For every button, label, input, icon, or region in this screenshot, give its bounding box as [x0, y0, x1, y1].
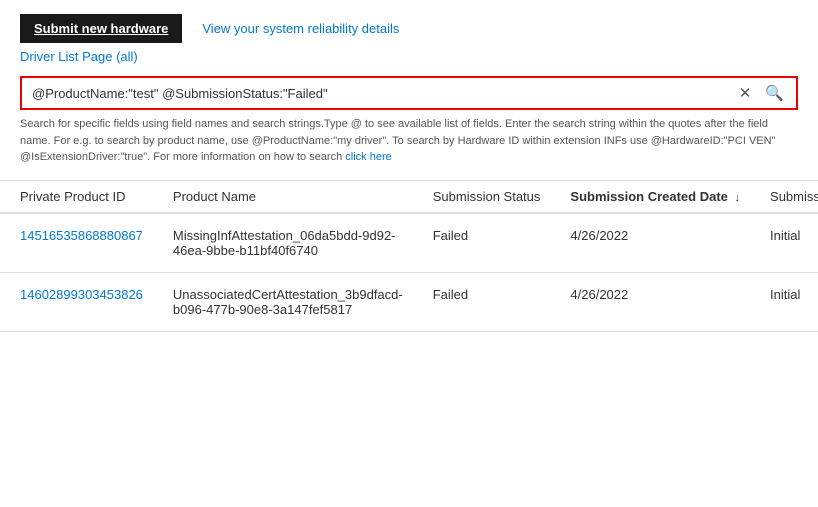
- col-header-product-name: Product Name: [153, 180, 413, 213]
- col-header-sub-created[interactable]: Submission Created Date ↓: [550, 180, 750, 213]
- cell-product-name: UnassociatedCertAttestation_3b9dfacd-b09…: [153, 272, 413, 331]
- search-actions: ✕ 🔍: [737, 84, 786, 102]
- reliability-link[interactable]: View your system reliability details: [202, 21, 399, 36]
- submit-new-hardware-button[interactable]: Submit new hardware: [20, 14, 182, 43]
- cell-sub-status: Failed: [413, 213, 551, 273]
- cell-private-id[interactable]: 14516535868880867: [0, 213, 153, 273]
- page-header: Submit new hardware View your system rel…: [0, 0, 818, 49]
- search-help-text: Search for specific fields using field n…: [20, 116, 798, 166]
- table-header-row: Private Product ID Product Name Submissi…: [0, 180, 818, 213]
- table-row: 14602899303453826 UnassociatedCertAttest…: [0, 272, 818, 331]
- clear-search-button[interactable]: ✕: [737, 84, 754, 102]
- col-header-sub-type: Submission Type: [750, 180, 818, 213]
- search-container: ✕ 🔍: [20, 76, 798, 110]
- sort-arrow-icon: ↓: [735, 192, 741, 204]
- cell-sub-created: 4/26/2022: [550, 272, 750, 331]
- driver-list-link[interactable]: Driver List Page (all): [20, 49, 818, 64]
- search-submit-button[interactable]: 🔍: [763, 84, 786, 102]
- col-header-sub-status: Submission Status: [413, 180, 551, 213]
- search-input[interactable]: [32, 86, 737, 101]
- cell-sub-created: 4/26/2022: [550, 213, 750, 273]
- table-row: 14516535868880867 MissingInfAttestation_…: [0, 213, 818, 273]
- cell-sub-type: Initial: [750, 213, 818, 273]
- cell-product-name: MissingInfAttestation_06da5bdd-9d92-46ea…: [153, 213, 413, 273]
- submissions-table: Private Product ID Product Name Submissi…: [0, 180, 818, 332]
- cell-sub-type: Initial: [750, 272, 818, 331]
- col-header-private-id: Private Product ID: [0, 180, 153, 213]
- cell-private-id[interactable]: 14602899303453826: [0, 272, 153, 331]
- cell-sub-status: Failed: [413, 272, 551, 331]
- search-help-link[interactable]: click here: [345, 151, 391, 163]
